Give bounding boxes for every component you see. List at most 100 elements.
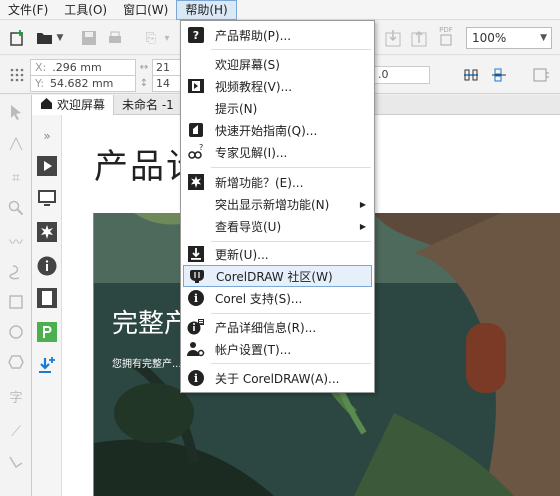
menu-item-label: 产品详细信息(R)... <box>215 320 317 335</box>
menu-item-label: 快速开始指南(Q)... <box>215 123 318 138</box>
menu-tools[interactable]: 工具(O) <box>56 0 115 20</box>
menu-item-label: 视频教程(V)... <box>215 79 293 94</box>
crop-tool-icon[interactable]: ⌗ <box>5 167 27 189</box>
zoom-tool-icon[interactable] <box>5 197 27 219</box>
new-document-icon[interactable] <box>6 27 28 49</box>
star-burst-icon[interactable] <box>36 221 58 243</box>
film-icon <box>185 75 207 97</box>
menu-item-hints[interactable]: 提示(N) <box>183 97 372 119</box>
menu-help[interactable]: 帮助(H) <box>176 0 237 20</box>
height-field[interactable]: 14 <box>152 75 182 92</box>
tab-untitled-label: 未命名 -1 <box>122 98 174 112</box>
rotation-field[interactable]: .0 <box>374 66 430 84</box>
menu-item-product-help[interactable]: ? 产品帮助(P)... <box>183 24 372 46</box>
shape-tool-icon[interactable] <box>5 133 27 155</box>
menu-item-label: 欢迎屏幕(S) <box>215 57 280 72</box>
menu-item-label: 专家见解(I)... <box>215 145 288 160</box>
artistic-media-tool-icon[interactable] <box>5 261 27 283</box>
open-folder-icon[interactable] <box>34 27 56 49</box>
menu-item-account-settings[interactable]: 帐户设置(T)... <box>183 338 372 360</box>
menu-separator <box>211 49 371 50</box>
polygon-tool-icon[interactable] <box>5 351 27 373</box>
menu-item-label: 突出显示新增功能(N) <box>215 197 330 212</box>
menu-item-view-tours[interactable]: 查看导览(U) ▶ <box>183 215 372 237</box>
menu-item-label: 产品帮助(P)... <box>215 28 292 43</box>
menu-item-highlight-new-features[interactable]: 突出显示新增功能(N) ▶ <box>183 193 372 215</box>
export-icon[interactable] <box>408 27 430 49</box>
zoom-level-dropdown[interactable]: 100% ▼ <box>466 27 552 49</box>
menu-item-label: 帐户设置(T)... <box>215 342 292 357</box>
object-origin-icon[interactable] <box>6 64 28 86</box>
menu-item-corel-support[interactable]: i Corel 支持(S)... <box>183 287 372 309</box>
product-p-icon[interactable] <box>36 321 58 343</box>
account-icon <box>185 338 207 360</box>
mirror-icon[interactable] <box>460 64 482 86</box>
pick-tool-icon[interactable] <box>5 101 27 123</box>
info-icon: i <box>185 287 207 309</box>
help-menu-dropdown: ? 产品帮助(P)... 欢迎屏幕(S) 视频教程(V)... 提示(N) 快速… <box>180 20 375 393</box>
expert-icon: ? <box>185 141 207 163</box>
menu-item-label: CorelDRAW 社区(W) <box>216 269 333 284</box>
download-add-icon[interactable] <box>36 355 58 377</box>
text-tool-icon[interactable]: 字 <box>5 385 27 407</box>
ellipse-tool-icon[interactable] <box>5 321 27 343</box>
print-icon[interactable] <box>104 27 126 49</box>
play-icon[interactable] <box>36 155 58 177</box>
connector-tool-icon[interactable] <box>5 451 27 473</box>
copy-dropdown-icon[interactable]: ▾ <box>156 27 178 49</box>
star-burst-icon <box>185 171 207 193</box>
x-value: .296 mm <box>52 61 102 74</box>
width-field[interactable]: 21 <box>152 59 182 76</box>
menu-item-video-tutorials[interactable]: 视频教程(V)... <box>183 75 372 97</box>
film-icon[interactable] <box>36 287 58 309</box>
welcome-sidebar: » <box>32 115 62 496</box>
hero-title: 完整产 <box>112 309 191 339</box>
menu-item-welcome-screen[interactable]: 欢迎屏幕(S) <box>183 53 372 75</box>
menu-file[interactable]: 文件(F) <box>0 0 56 20</box>
tab-welcome[interactable]: 欢迎屏幕 <box>32 95 115 115</box>
menu-bar: 文件(F) 工具(O) 窗口(W) 帮助(H) <box>0 0 560 20</box>
help-book-icon: ? <box>185 24 207 46</box>
menu-item-label: 更新(U)... <box>215 247 269 262</box>
menu-separator <box>211 241 371 242</box>
menu-separator <box>211 313 371 314</box>
menu-item-coreldraw-community[interactable]: CorelDRAW 社区(W) <box>183 265 372 287</box>
menu-separator <box>211 363 371 364</box>
menu-separator <box>211 167 371 168</box>
menu-item-product-details[interactable]: 产品详细信息(R)... <box>183 316 372 338</box>
menu-item-whats-new[interactable]: 新增功能？(E)... <box>183 171 372 193</box>
menu-item-label: 关于 CorelDRAW(A)... <box>215 371 340 386</box>
import-icon[interactable] <box>382 27 404 49</box>
align-icon[interactable] <box>488 64 510 86</box>
open-dropdown-icon[interactable]: ▼ <box>54 27 66 49</box>
menu-window[interactable]: 窗口(W) <box>115 0 176 20</box>
menu-item-quick-start[interactable]: 快速开始指南(Q)... <box>183 119 372 141</box>
rectangle-tool-icon[interactable] <box>5 291 27 313</box>
dimension-tool-icon[interactable]: ⟋ <box>5 421 27 443</box>
chevron-down-icon: ▼ <box>540 33 547 43</box>
svg-text:?: ? <box>199 144 203 152</box>
menu-item-label: 新增功能？(E)... <box>215 175 304 190</box>
about-icon: i <box>185 367 207 389</box>
home-icon <box>40 95 53 115</box>
pdf-label: PDF <box>439 26 453 34</box>
wrap-icon[interactable] <box>530 64 552 86</box>
hero-subtitle: 您拥有完整产... <box>112 359 182 370</box>
width-icon: ↔ <box>139 62 149 73</box>
save-icon[interactable] <box>78 27 100 49</box>
submenu-arrow-icon: ▶ <box>359 221 366 231</box>
tab-untitled[interactable]: 未命名 -1 <box>114 95 182 115</box>
info-icon[interactable] <box>36 255 58 277</box>
y-position-field[interactable]: Y: 54.682 mm <box>30 75 136 92</box>
freehand-tool-icon[interactable]: 〰 <box>5 231 27 253</box>
menu-item-label: 查看导览(U) <box>215 219 282 234</box>
menu-item-updates[interactable]: 更新(U)... <box>183 243 372 265</box>
menu-item-expert-insights[interactable]: ? 专家见解(I)... <box>183 141 372 163</box>
menu-item-about[interactable]: i 关于 CorelDRAW(A)... <box>183 367 372 389</box>
submenu-arrow-icon: ▶ <box>359 199 366 209</box>
x-label: X: <box>35 61 47 74</box>
publish-pdf-icon[interactable]: PDF <box>434 25 458 47</box>
x-position-field[interactable]: X: .296 mm <box>30 59 136 76</box>
collapse-icon[interactable]: » <box>36 125 58 147</box>
monitor-icon[interactable] <box>36 187 58 209</box>
